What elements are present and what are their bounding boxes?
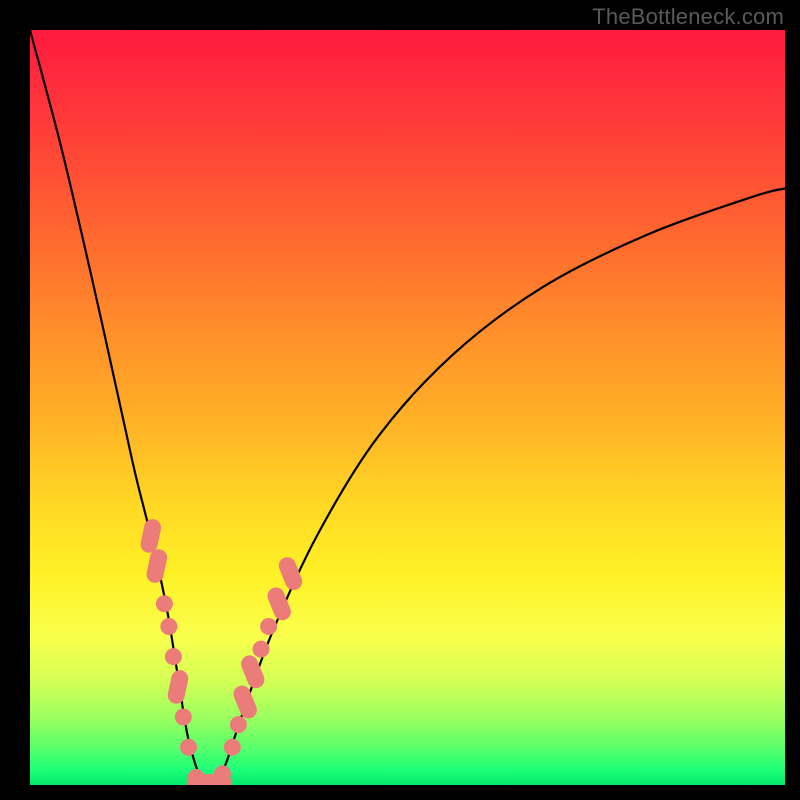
bottleneck-curve (30, 30, 785, 785)
data-point (253, 641, 270, 658)
chart-svg (30, 30, 785, 785)
data-point (260, 618, 277, 635)
data-segment (231, 683, 259, 721)
data-markers (139, 518, 305, 785)
data-segment (139, 518, 163, 555)
plot-area (30, 30, 785, 785)
data-point (230, 716, 247, 733)
data-point (165, 648, 182, 665)
data-point (156, 595, 173, 612)
data-point (180, 739, 197, 756)
outer-frame: TheBottleneck.com (0, 0, 800, 800)
data-point (214, 765, 231, 782)
data-point (224, 739, 241, 756)
data-segment (276, 555, 304, 593)
watermark-text: TheBottleneck.com (592, 4, 784, 30)
data-point (160, 618, 177, 635)
data-segment (166, 669, 190, 706)
data-segment (145, 548, 169, 585)
data-point (175, 709, 192, 726)
